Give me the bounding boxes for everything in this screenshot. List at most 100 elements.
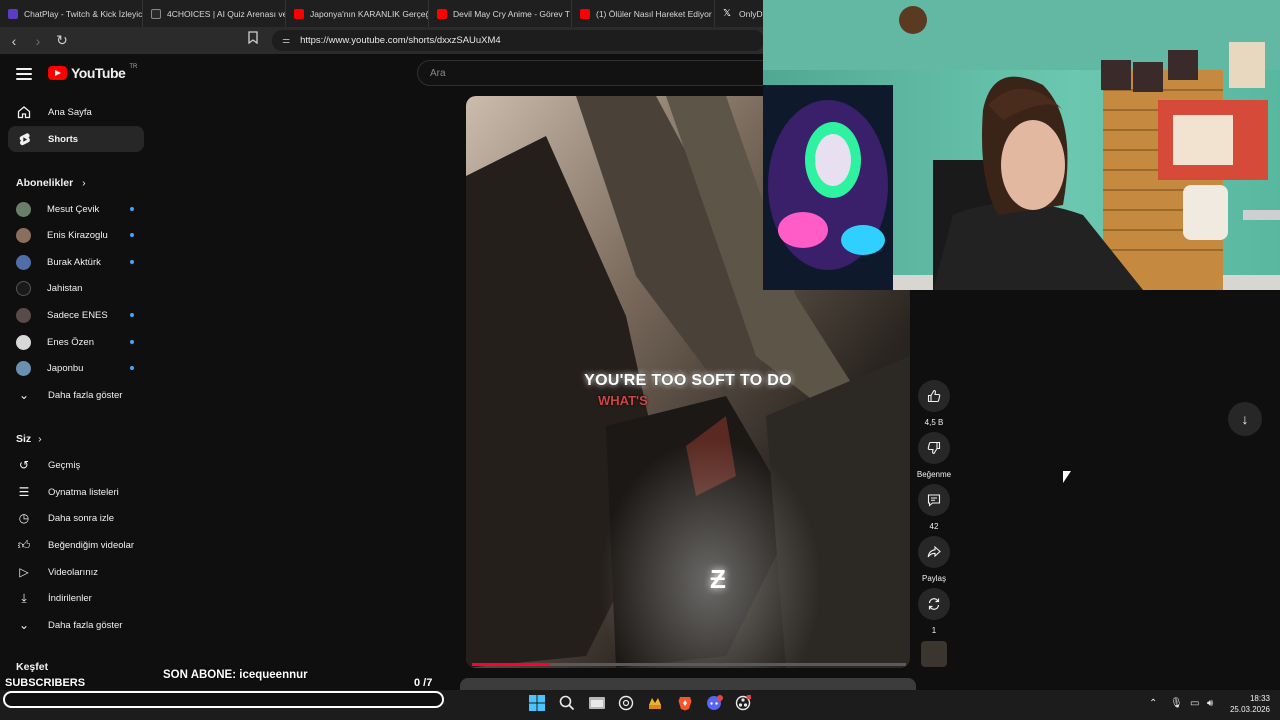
new-content-dot xyxy=(130,233,134,237)
sidebar-item-label: İndirilenler xyxy=(48,592,92,604)
obs-icon[interactable] xyxy=(734,695,752,711)
new-content-dot xyxy=(130,260,134,264)
chevron-down-icon: ⌄ xyxy=(18,618,30,632)
clock-time: 18:33 xyxy=(1249,694,1270,703)
share-icon[interactable] xyxy=(918,536,950,568)
browser-tab[interactable]: 4CHOICES | AI Quiz Arenası ve xyxy=(143,0,286,27)
new-content-dot xyxy=(130,207,134,211)
dislike-icon[interactable] xyxy=(918,432,950,464)
forward-button[interactable]: › xyxy=(28,31,48,51)
sidebar-item-subscription[interactable]: Enes Özen xyxy=(8,329,144,355)
like-action[interactable]: 4,5 B xyxy=(918,380,950,427)
dislike-action[interactable]: Beğenme xyxy=(917,432,951,479)
back-button[interactable]: ‹ xyxy=(4,31,24,51)
sidebar-item-subscription[interactable]: Japonbu xyxy=(8,355,144,381)
channel-avatar xyxy=(16,227,31,243)
chatgpt-icon[interactable] xyxy=(617,695,635,711)
sidebar-item-label: Geçmiş xyxy=(48,459,81,471)
subscribers-goal-label: SUBSCRIBERS xyxy=(5,677,86,689)
channel-avatar xyxy=(16,254,31,270)
discord-icon[interactable] xyxy=(705,695,723,711)
watch-later-icon: ◷ xyxy=(18,511,30,525)
sidebar-item-history[interactable]: ↺ Geçmiş xyxy=(8,452,144,478)
subscriptions-header[interactable]: Abonelikler › xyxy=(16,177,86,189)
bookmark-icon[interactable] xyxy=(248,31,262,49)
subscriber-goal-bar xyxy=(3,691,444,708)
sidebar-item-subscription[interactable]: Mesut Çevik xyxy=(8,196,144,222)
logo-text: YouTube xyxy=(71,65,126,81)
browser-tab[interactable]: ChatPlay - Twitch & Kick İzleyic xyxy=(0,0,143,27)
tab-label: (1) Ölüler Nasıl Hareket Ediyor xyxy=(596,8,712,19)
tray-overflow-icon[interactable]: ⌃ xyxy=(1149,698,1157,709)
shorts-icon xyxy=(16,131,32,147)
sidebar-item-watch-later[interactable]: ◷ Daha sonra izle xyxy=(8,505,144,531)
channel-thumbnail[interactable] xyxy=(921,641,947,667)
sidebar-item-subscription[interactable]: Enis Kirazoglu xyxy=(8,222,144,248)
next-short-button[interactable]: ↓ xyxy=(1228,402,1262,436)
youtube-play-icon xyxy=(48,66,67,80)
dislike-label: Beğenme xyxy=(916,470,952,479)
search-input[interactable]: Ara xyxy=(417,60,777,86)
remix-icon[interactable] xyxy=(918,588,950,620)
liked-icon: 👍︎ xyxy=(17,537,31,552)
show-more-label: Daha fazla göster xyxy=(48,389,123,401)
brave-browser-icon[interactable] xyxy=(676,695,694,711)
sidebar-item-subscription[interactable]: Burak Aktürk xyxy=(8,249,144,275)
file-explorer-icon[interactable] xyxy=(588,695,606,711)
you-title: Siz xyxy=(16,433,32,445)
network-icon[interactable]: ▭ xyxy=(1190,698,1199,709)
downloads-icon: ⤓ xyxy=(21,590,27,605)
microphone-icon[interactable]: 🎙︎ xyxy=(1170,698,1183,709)
sidebar-item-shorts[interactable]: Shorts xyxy=(8,126,144,152)
video-caption-line2: WHAT'S xyxy=(598,393,648,408)
channel-name: Mesut Çevik xyxy=(47,203,100,215)
sidebar-item-subscription[interactable]: Sadece ENES xyxy=(8,302,144,328)
you-header[interactable]: Siz › xyxy=(16,433,42,445)
sidebar-item-label: Daha sonra izle xyxy=(48,512,115,524)
new-content-dot xyxy=(130,313,134,317)
show-more-you-button[interactable]: ⌄ Daha fazla göster xyxy=(8,612,144,638)
sidebar-item-playlists[interactable]: ☰ Oynatma listeleri xyxy=(8,479,144,505)
tab-label: Devil May Cry Anime - Görev T xyxy=(453,8,570,19)
sidebar-item-downloads[interactable]: ⤓ İndirilenler xyxy=(8,585,144,611)
webcam-feed-image xyxy=(763,0,1280,290)
menu-icon[interactable] xyxy=(16,68,32,80)
windows-start-icon[interactable] xyxy=(528,695,546,711)
browser-tab[interactable]: (1) Ölüler Nasıl Hareket Ediyor xyxy=(572,0,715,27)
sidebar-item-home[interactable]: Ana Sayfa xyxy=(8,99,144,125)
browser-tab[interactable]: Japonya'nın KARANLIK Gerçeği xyxy=(286,0,429,27)
system-clock[interactable]: 18:33 25.03.2026 xyxy=(1228,693,1270,715)
new-content-dot xyxy=(130,340,134,344)
url-text: https://www.youtube.com/shorts/dxxzSAUuX… xyxy=(300,35,501,46)
explore-header: Keşfet xyxy=(16,661,48,673)
url-field[interactable]: ⚌ https://www.youtube.com/shorts/dxxzSAU… xyxy=(272,30,764,51)
remix-count: 1 xyxy=(931,626,937,635)
new-content-dot xyxy=(130,366,134,370)
comments-action[interactable]: 42 xyxy=(918,484,950,531)
reload-button[interactable]: ↻ xyxy=(52,31,72,51)
browser-tab[interactable]: Devil May Cry Anime - Görev T xyxy=(429,0,572,27)
youtube-favicon-icon xyxy=(294,8,304,19)
video-caption-line1: YOU'RE TOO SOFT TO DO xyxy=(584,372,792,389)
volume-icon[interactable]: 🔊︎ xyxy=(1207,698,1213,709)
game-app-icon[interactable] xyxy=(646,695,664,711)
search-icon[interactable] xyxy=(558,695,576,711)
youtube-logo[interactable]: YouTube TR xyxy=(48,64,137,81)
remix-action[interactable]: 1 xyxy=(918,588,950,635)
share-action[interactable]: Paylaş xyxy=(918,536,950,583)
subscriptions-title: Abonelikler xyxy=(16,177,74,189)
show-more-subscriptions-button[interactable]: ⌄ Daha fazla göster xyxy=(8,382,144,408)
sidebar-item-your-videos[interactable]: ▷ Videolarınız xyxy=(8,559,144,585)
sidebar-item-label: Beğendiğim videolar xyxy=(48,539,135,551)
sidebar-item-liked-videos[interactable]: 👍︎ Beğendiğim videolar xyxy=(8,532,144,558)
channel-name: Sadece ENES xyxy=(47,309,108,321)
browser-tab[interactable]: 𝕏 OnlyDr xyxy=(715,0,763,27)
comment-icon[interactable] xyxy=(918,484,950,516)
sidebar-item-subscription[interactable]: Jahistan xyxy=(8,275,144,301)
like-icon[interactable] xyxy=(918,380,950,412)
tab-label: ChatPlay - Twitch & Kick İzleyic xyxy=(24,8,143,19)
streamer-webcam xyxy=(763,0,1280,290)
site-settings-icon[interactable]: ⚌ xyxy=(282,35,290,46)
youtube-favicon-icon xyxy=(437,8,447,19)
next-short-preview[interactable] xyxy=(460,678,916,690)
